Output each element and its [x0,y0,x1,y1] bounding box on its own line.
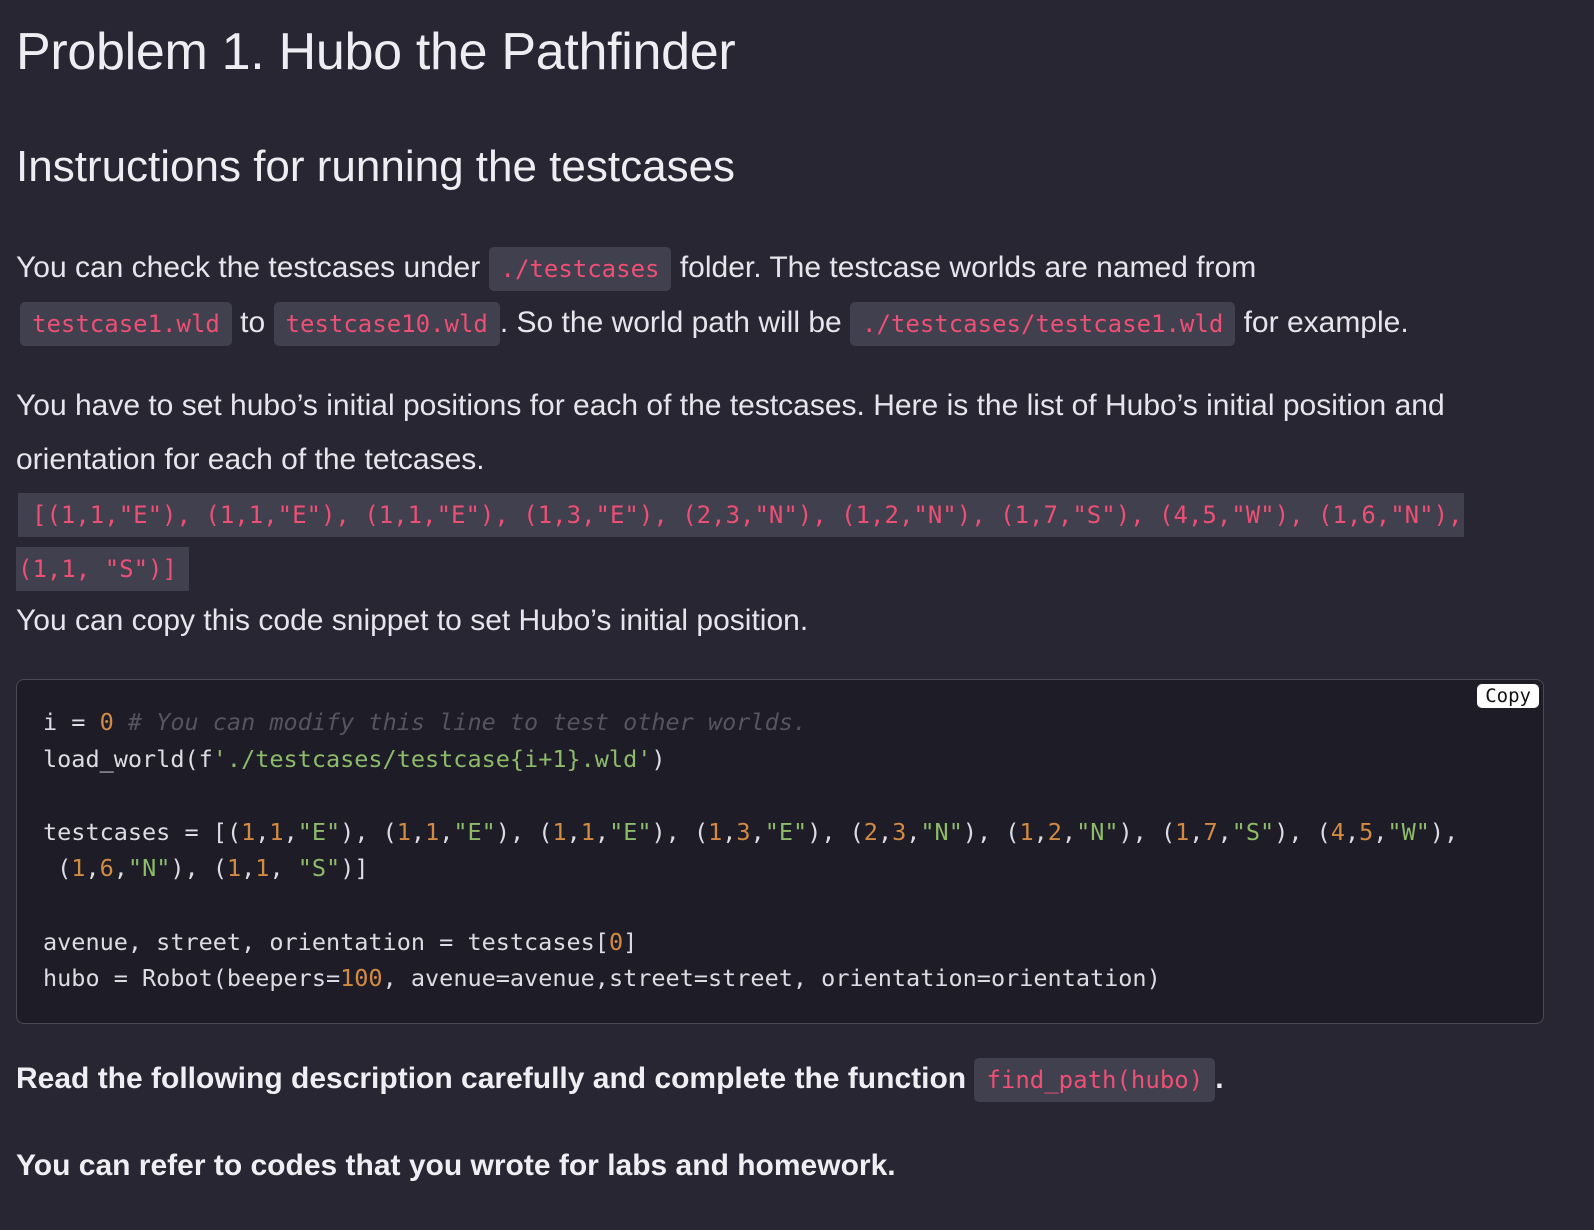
paragraph-text: to [231,306,274,339]
page-title: Problem 1. Hubo the Pathfinder [16,23,736,81]
inline-code-find-path: find_path(hubo) [974,1058,1216,1102]
copy-snippet-paragraph: You can copy this code snippet to set Hu… [16,604,809,637]
inline-code-testcases-folder: ./testcases [488,247,672,291]
note-line: You can refer to codes that you wrote fo… [16,1149,896,1182]
section-heading: Instructions for running the testcases [16,142,736,191]
paragraph-text: for example. [1235,306,1409,339]
inline-code-testcase1: testcase1.wld [20,302,232,346]
page: Problem 1. Hubo the Pathfinder Instructi… [0,0,1594,1230]
instruction-line: Read the following description carefully… [16,1058,1224,1102]
instruction-end: . [1215,1062,1224,1095]
positions-list-line-2: (1,1, "S")] [16,547,189,591]
paragraph-text: . So the world path will be [499,306,851,339]
code-content: i = 0 # You can modify this line to test… [43,708,1459,993]
positions-list-line-1: [(1,1,"E"), (1,1,"E"), (1,1,"E"), (1,3,"… [18,493,1465,537]
inline-code-world-path: ./testcases/testcase1.wld [850,302,1236,346]
paragraph-text: You can check the testcases under [16,251,489,284]
instruction-text: Read the following description carefully… [16,1062,975,1095]
copy-button[interactable]: Copy [1477,684,1539,708]
inline-code-testcase10: testcase10.wld [273,302,500,346]
testcase-folder-paragraph: You can check the testcases under ./test… [16,241,1556,351]
code-block[interactable]: Copy i = 0 # You can modify this line to… [16,679,1544,1024]
paragraph-text: folder. The testcase worlds are named fr… [671,251,1257,284]
initial-positions-paragraph: You have to set hubo’s initial positions… [16,389,1445,476]
